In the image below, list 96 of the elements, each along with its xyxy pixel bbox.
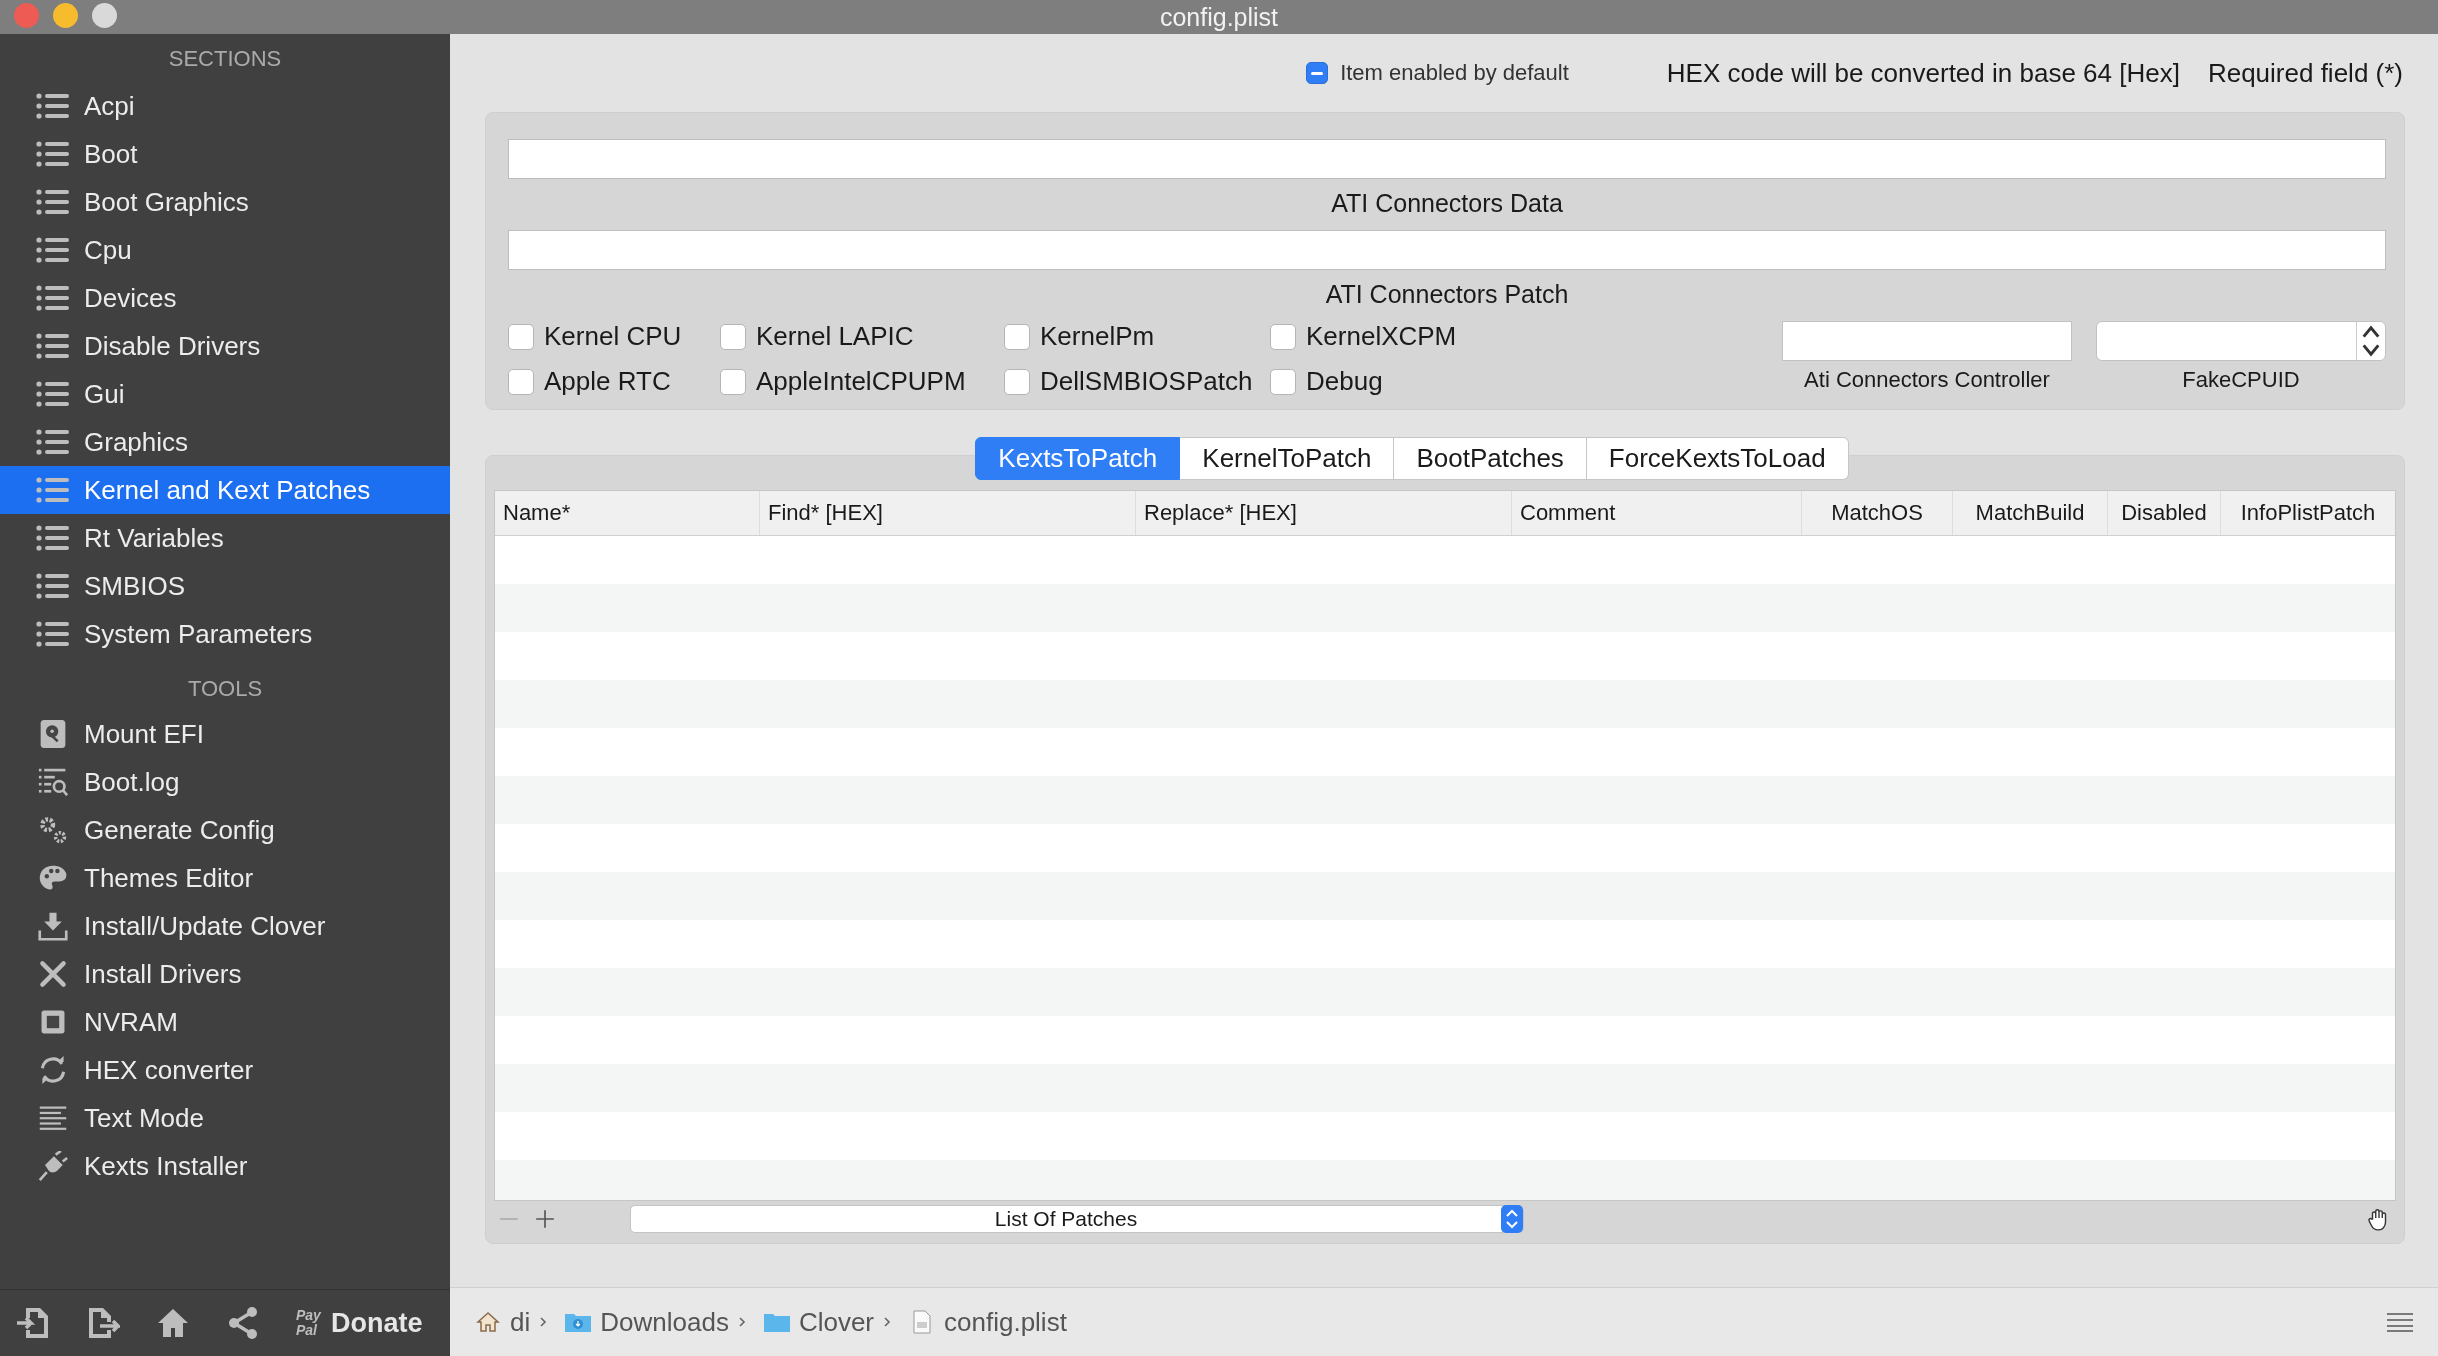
add-icon[interactable] — [534, 1208, 556, 1230]
ati-data-field[interactable] — [508, 139, 2386, 179]
field-label: Ati Connectors Controller — [1804, 366, 2050, 393]
list-dropdown[interactable]: List Of Patches — [630, 1205, 1524, 1233]
field-label: ATI Connectors Data — [1330, 188, 1564, 219]
list-icon — [36, 379, 70, 409]
sidebar-item[interactable]: Graphics — [0, 418, 450, 466]
list-icon — [36, 427, 70, 457]
tab[interactable]: ForceKextsToLoad — [1586, 437, 1849, 480]
list-icon — [36, 475, 70, 505]
checkbox[interactable] — [720, 368, 746, 395]
column-header[interactable]: Find* [HEX] — [760, 491, 1136, 535]
list-icon — [36, 91, 70, 121]
checkbox[interactable] — [508, 368, 534, 395]
field-label: ATI Connectors Patch — [1324, 279, 1570, 310]
sidebar-item[interactable]: Install/Update Clover — [0, 902, 450, 950]
checkbox-label: Kernel LAPIC — [756, 321, 914, 352]
checkbox-label: Item enabled by default — [1340, 60, 1569, 86]
tab[interactable]: BootPatches — [1394, 437, 1587, 480]
export-icon[interactable] — [86, 1306, 120, 1340]
window-title: config.plist — [1159, 2, 1279, 32]
sidebar-item[interactable]: System Parameters — [0, 610, 450, 658]
checkbox[interactable] — [1004, 368, 1030, 395]
sidebar-item[interactable]: Cpu — [0, 226, 450, 274]
sidebar-item[interactable]: Gui — [0, 370, 450, 418]
checkbox[interactable] — [1004, 323, 1030, 350]
sidebar-item[interactable]: Themes Editor — [0, 854, 450, 902]
stepper-field[interactable] — [2096, 321, 2386, 361]
share-icon[interactable] — [226, 1306, 260, 1340]
sidebar-item[interactable]: SMBIOS — [0, 562, 450, 610]
menu-icon[interactable] — [2386, 1312, 2414, 1332]
sidebar-item[interactable]: Boot — [0, 130, 450, 178]
breadcrumb-item[interactable]: di — [510, 1306, 531, 1338]
breadcrumb-item[interactable]: Downloads — [600, 1306, 729, 1338]
sidebar-item[interactable]: HEX converter — [0, 1046, 450, 1094]
close-button[interactable] — [14, 3, 39, 28]
sidebar-item[interactable]: Rt Variables — [0, 514, 450, 562]
list-icon — [36, 139, 70, 169]
minimize-button[interactable] — [53, 3, 78, 28]
text-field[interactable] — [1782, 321, 2072, 361]
tab[interactable]: KextsToPatch — [975, 437, 1181, 480]
list-icon — [36, 571, 70, 601]
sidebar-item[interactable]: Kexts Installer — [0, 1142, 450, 1190]
dropdown-arrows-icon[interactable] — [1501, 1205, 1523, 1233]
log-search-icon — [36, 767, 70, 797]
download-icon — [36, 911, 70, 941]
zoom-button[interactable] — [92, 3, 117, 28]
checkbox-label: KernelXCPM — [1306, 321, 1457, 352]
sidebar-item[interactable]: Devices — [0, 274, 450, 322]
field-label: FakeCPUID — [2182, 366, 2300, 393]
checkbox[interactable] — [1270, 323, 1296, 350]
checkbox-label: Apple RTC — [544, 366, 671, 397]
column-header[interactable]: InfoPlistPatch — [2221, 491, 2395, 535]
list-icon — [36, 235, 70, 265]
plug-icon — [36, 1151, 70, 1181]
sidebar-item[interactable]: Disable Drivers — [0, 322, 450, 370]
checkbox-label: Kernel CPU — [544, 321, 682, 352]
checkbox[interactable] — [1270, 368, 1296, 395]
sidebar-item[interactable]: Install Drivers — [0, 950, 450, 998]
column-header[interactable]: Comment — [1512, 491, 1802, 535]
sidebar-item[interactable]: Boot Graphics — [0, 178, 450, 226]
list-icon — [36, 283, 70, 313]
sidebar-item[interactable]: Text Mode — [0, 1094, 450, 1142]
checkbox[interactable] — [1306, 62, 1329, 84]
sidebar-item[interactable]: Acpi — [0, 82, 450, 130]
list-icon — [36, 619, 70, 649]
checkbox-label: DellSMBIOSPatch — [1040, 366, 1253, 397]
sidebar-item[interactable]: Mount EFI — [0, 710, 450, 758]
checkbox-label: Debug — [1306, 366, 1383, 397]
column-header[interactable]: Name* — [495, 491, 760, 535]
list-icon — [36, 331, 70, 361]
checkbox-label: AppleIntelCPUPM — [756, 366, 966, 397]
home-icon[interactable] — [156, 1306, 190, 1340]
column-header[interactable]: MatchBuild — [1953, 491, 2108, 535]
list-icon — [36, 187, 70, 217]
list-icon — [36, 523, 70, 553]
ati-patch-field[interactable] — [508, 230, 2386, 270]
checkbox[interactable] — [508, 323, 534, 350]
sidebar-item[interactable]: Generate Config — [0, 806, 450, 854]
home-icon — [474, 1310, 502, 1334]
breadcrumb-item[interactable]: Clover — [798, 1306, 875, 1338]
sidebar-item[interactable]: NVRAM — [0, 998, 450, 1046]
column-header[interactable]: Disabled — [2108, 491, 2221, 535]
breadcrumb-item[interactable]: config.plist — [944, 1306, 1067, 1338]
hex-note: HEX code will be converted in base 64 [Hex] — [1666, 57, 2180, 89]
import-icon[interactable] — [16, 1306, 50, 1340]
sidebar-item[interactable]: Kernel and Kext Patches — [0, 466, 450, 514]
column-header[interactable]: Replace* [HEX] — [1136, 491, 1512, 535]
section-heading: SECTIONS — [167, 45, 283, 73]
tab[interactable]: KernelToPatch — [1180, 437, 1395, 480]
checkbox-label: KernelPm — [1040, 321, 1155, 352]
sidebar-item[interactable]: Boot.log — [0, 758, 450, 806]
section-heading: TOOLS — [186, 675, 264, 703]
column-header[interactable]: MatchOS — [1802, 491, 1953, 535]
required-note: Required field (*) — [2207, 57, 2403, 89]
checkbox[interactable] — [720, 323, 746, 350]
